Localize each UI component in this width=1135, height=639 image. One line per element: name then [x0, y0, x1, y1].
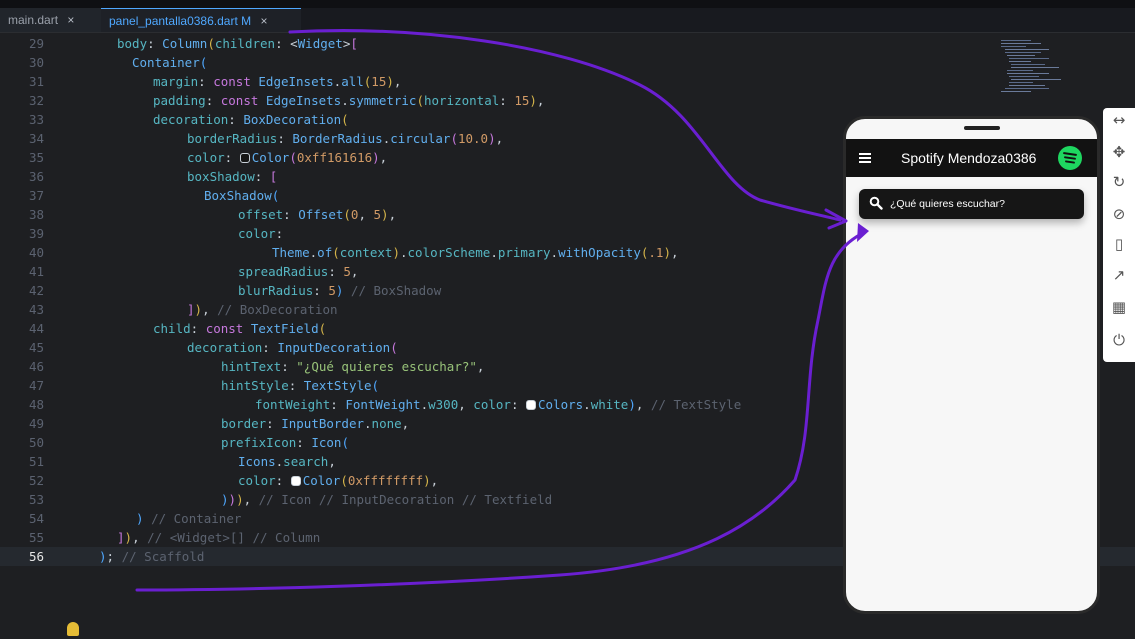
color-swatch[interactable] — [239, 153, 250, 163]
code-line: border: InputBorder.none, — [221, 416, 410, 431]
app-title: Spotify Mendoza0386 — [901, 150, 1037, 166]
line-number: 56 — [28, 549, 44, 564]
line-number: 30 — [28, 55, 44, 70]
emulator-toolbar: ↔ ✥ ↻ ⊘ ▯ ↗ ▦ ⏻ — [1103, 108, 1135, 362]
code-line: color: Color(0xffffffff), — [238, 473, 439, 488]
phone-screen-icon[interactable]: ▯ — [1109, 234, 1129, 254]
lightbulb-icon[interactable] — [67, 622, 79, 636]
code-line: padding: const EdgeInsets.symmetric(hori… — [153, 93, 545, 108]
tab-main-dart[interactable]: main.dart × — [0, 8, 101, 32]
hamburger-menu-icon[interactable] — [859, 153, 871, 163]
color-swatch[interactable] — [526, 400, 536, 410]
code-line: ]), // <Widget>[] // Column — [117, 530, 321, 545]
minimap[interactable] — [995, 38, 1065, 98]
line-number: 46 — [28, 359, 44, 374]
close-icon[interactable]: × — [67, 13, 74, 27]
line-number: 29 — [28, 36, 44, 51]
code-line: decoration: InputDecoration( — [187, 340, 398, 355]
line-number: 40 — [28, 245, 44, 260]
line-number: 49 — [28, 416, 44, 431]
color-swatch[interactable] — [290, 476, 301, 486]
line-number: 31 — [28, 74, 44, 89]
code-line: hintStyle: TextStyle( — [221, 378, 380, 393]
line-number: 37 — [28, 188, 44, 203]
line-number: 47 — [28, 378, 44, 393]
line-number: 54 — [28, 511, 44, 526]
line-number: 41 — [28, 264, 44, 279]
power-icon[interactable]: ⏻ — [1109, 330, 1129, 350]
line-number: 51 — [28, 454, 44, 469]
resize-horizontal-icon[interactable]: ↔ — [1109, 110, 1129, 130]
move-icon[interactable]: ✥ — [1109, 142, 1129, 162]
code-line: hintText: "¿Qué quieres escuchar?", — [221, 359, 485, 374]
code-line: color: — [238, 226, 284, 241]
rotate-icon[interactable]: ↻ — [1109, 172, 1129, 192]
line-number: 45 — [28, 340, 44, 355]
qr-code-icon[interactable]: ▦ — [1109, 297, 1129, 317]
code-line: borderRadius: BorderRadius.circular(10.0… — [187, 131, 504, 146]
line-number: 35 — [28, 150, 44, 165]
window-top-strip — [0, 0, 1135, 8]
phone-preview[interactable]: Spotify Mendoza0386 ¿Qué quieres escucha… — [843, 116, 1100, 614]
line-number: 34 — [28, 131, 44, 146]
no-rotate-icon[interactable]: ⊘ — [1109, 204, 1129, 224]
close-icon[interactable]: × — [260, 14, 267, 28]
code-line: child: const TextField( — [153, 321, 327, 336]
tab-panel-pantalla[interactable]: panel_pantalla0386.dart M × — [101, 8, 301, 32]
code-line: BoxShadow( — [204, 188, 280, 203]
line-number: 33 — [28, 112, 44, 127]
search-placeholder: ¿Qué quieres escuchar? — [890, 198, 1005, 210]
code-line: prefixIcon: Icon( — [221, 435, 349, 450]
code-line: ]), // BoxDecoration — [187, 302, 338, 317]
code-line: Container( — [132, 55, 208, 70]
code-line: Theme.of(context).colorScheme.primary.wi… — [272, 245, 679, 260]
tab-label: main.dart — [8, 13, 59, 27]
line-number: 48 — [28, 397, 44, 412]
spotify-logo-icon — [1058, 146, 1082, 170]
line-number: 50 — [28, 435, 44, 450]
editor-tab-bar: main.dart × panel_pantalla0386.dart M × — [0, 8, 1135, 33]
search-field[interactable]: ¿Qué quieres escuchar? — [859, 189, 1084, 219]
line-number: 52 — [28, 473, 44, 488]
code-line: offset: Offset(0, 5), — [238, 207, 397, 222]
line-number: 43 — [28, 302, 44, 317]
code-line: Icons.search, — [238, 454, 336, 469]
code-line: ) // Container — [136, 511, 242, 526]
phone-notch — [964, 126, 1000, 130]
line-number: 39 — [28, 226, 44, 241]
code-line: spreadRadius: 5, — [238, 264, 359, 279]
code-line: blurRadius: 5) // BoxShadow — [238, 283, 442, 298]
code-line: body: Column(children: <Widget>[ — [117, 36, 358, 51]
line-number: 55 — [28, 530, 44, 545]
code-line: ); // Scaffold — [99, 549, 205, 564]
line-number: 32 — [28, 93, 44, 108]
code-line: color: Color(0xff161616), — [187, 150, 388, 165]
search-icon — [869, 196, 883, 210]
code-line: boxShadow: [ — [187, 169, 278, 184]
code-line: ))), // Icon // InputDecoration // Textf… — [221, 492, 553, 507]
line-number: 42 — [28, 283, 44, 298]
code-line: decoration: BoxDecoration( — [153, 112, 349, 127]
code-line: fontWeight: FontWeight.w300, color: Colo… — [255, 397, 742, 412]
line-number: 36 — [28, 169, 44, 184]
app-bar: Spotify Mendoza0386 — [846, 139, 1097, 177]
line-number: 44 — [28, 321, 44, 336]
tab-label: panel_pantalla0386.dart M — [109, 14, 252, 28]
code-line: margin: const EdgeInsets.all(15), — [153, 74, 402, 89]
line-number: 53 — [28, 492, 44, 507]
open-external-icon[interactable]: ↗ — [1109, 265, 1129, 285]
line-number: 38 — [28, 207, 44, 222]
